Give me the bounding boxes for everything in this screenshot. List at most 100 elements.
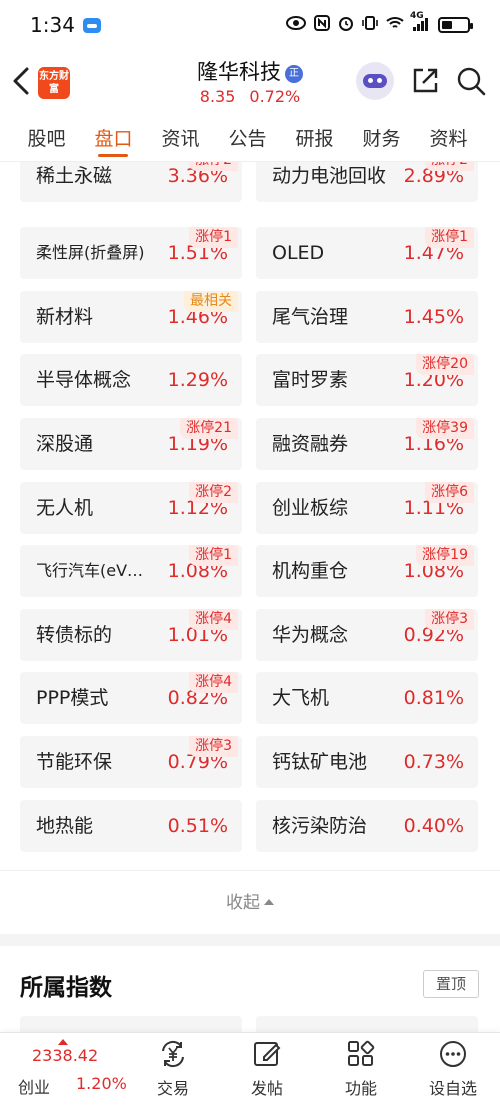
concept-name: OLED [272,242,325,264]
wifi-icon [386,16,404,34]
zheng-badge: 正 [285,65,303,83]
limit-up-badge: 涨停1 [189,227,238,248]
concept-card[interactable]: 机构重仓 1.08% 涨停19 [256,545,478,597]
concept-change: 0.73% [403,751,464,773]
signal-icon: 4G [410,11,430,34]
add-watchlist-button[interactable]: 设自选 [418,1039,488,1109]
collapse-button[interactable]: 收起 [0,870,500,934]
concept-change: 0.51% [167,815,228,837]
post-button[interactable]: 发帖 [232,1039,302,1109]
limit-up-badge: 涨停1 [189,545,238,566]
tab-finance[interactable]: 财务 [348,112,415,161]
concept-card[interactable]: 大飞机 0.81% [256,672,478,724]
concept-card[interactable]: 新材料 1.46% 最相关 [20,291,242,343]
concept-card[interactable]: 深股通 1.19% 涨停21 [20,418,242,470]
concept-card[interactable]: 富时罗素 1.20% 涨停20 [256,354,478,406]
concept-grid: 稀土永磁 3.36% 涨停2 动力电池回收 2.89% 涨停2 柔性屏(折叠屏)… [0,162,500,862]
concept-name: 机构重仓 [272,560,349,582]
status-time: 1:34 [30,13,75,37]
limit-up-badge: 涨停6 [425,482,474,503]
concept-name: 柔性屏(折叠屏) [36,243,145,262]
concept-card[interactable]: 转债标的 1.01% 涨停4 [20,609,242,661]
most-relevant-badge: 最相关 [184,291,238,312]
limit-up-badge: 涨停2 [189,482,238,503]
up-arrow-icon [58,1039,68,1045]
concept-card[interactable]: 无人机 1.12% 涨停2 [20,482,242,534]
nfc-icon [314,15,330,35]
limit-up-badge: 涨停20 [416,354,474,375]
stock-change-pct: 0.72% [249,87,301,106]
concept-card[interactable]: 稀土永磁 3.36% 涨停2 [20,162,242,202]
functions-button[interactable]: 功能 [326,1039,396,1109]
concept-name: 钙钛矿电池 [272,751,368,773]
concept-change: 0.81% [403,687,464,709]
alarm-icon [338,15,354,35]
concept-card[interactable]: 动力电池回收 2.89% 涨停2 [256,162,478,202]
concept-card[interactable]: 尾气治理 1.45% [256,291,478,343]
pin-to-top-button[interactable]: 置顶 [423,970,479,998]
collapse-label: 收起 [226,893,260,913]
concept-name: 核污染防治 [272,815,368,837]
concept-change: 1.45% [403,306,464,328]
trade-label: 交易 [156,1079,189,1098]
market-index-ticker[interactable]: 2338.42 创业 1.20% [18,1039,138,1109]
concept-card[interactable]: 飞行汽车(eV… 1.08% 涨停1 [20,545,242,597]
share-button[interactable] [410,66,440,96]
cloud-notification-icon [82,17,101,33]
tab-profile[interactable]: 资料 [415,112,482,161]
tab-research[interactable]: 研报 [281,112,348,161]
limit-up-badge: 涨停2 [425,162,474,171]
concept-card[interactable]: 柔性屏(折叠屏) 1.51% 涨停1 [20,227,242,279]
tab-news[interactable]: 资讯 [147,112,214,161]
limit-up-badge: 涨停4 [189,609,238,630]
search-icon [457,67,486,96]
market-index-name: 创业 [18,1078,51,1097]
concept-name: 节能环保 [36,751,113,773]
concept-name: 无人机 [36,497,94,519]
ai-assistant-icon[interactable] [356,62,394,100]
concept-name: 大飞机 [272,687,330,709]
concept-name: 创业板综 [272,497,349,519]
limit-up-badge: 涨停3 [189,736,238,757]
concept-card[interactable]: 华为概念 0.92% 涨停3 [256,609,478,661]
limit-up-badge: 涨停1 [425,227,474,248]
yuan-exchange-icon [162,1040,184,1068]
market-index-value: 2338.42 [32,1046,99,1065]
concept-card[interactable]: 半导体概念 1.29% [20,354,242,406]
add-watchlist-label: 设自选 [428,1079,477,1098]
share-icon [413,68,438,93]
concept-card[interactable]: 钙钛矿电池 0.73% [256,736,478,788]
concept-name: 稀土永磁 [36,165,113,187]
concept-card[interactable]: PPP模式 0.82% 涨停4 [20,672,242,724]
concept-change: 0.40% [403,815,464,837]
concept-card[interactable]: OLED 1.47% 涨停1 [256,227,478,279]
trade-button[interactable]: 交易 [138,1039,208,1109]
concept-card[interactable]: 核污染防治 0.40% [256,800,478,852]
concept-change: 1.29% [167,369,228,391]
concept-name: 飞行汽车(eV… [36,561,144,580]
edit-icon [254,1042,281,1066]
concept-card[interactable]: 地热能 0.51% [20,800,242,852]
bottom-toolbar: 2338.42 创业 1.20% 交易 发帖 功能 设自选 [0,1032,500,1112]
more-icon [440,1041,466,1067]
tab-guba[interactable]: 股吧 [13,112,80,161]
section-divider [0,934,500,946]
market-index-change: 1.20% [76,1074,127,1093]
concept-card[interactable]: 融资融券 1.16% 涨停39 [256,418,478,470]
status-bar: 1:34 4G [0,0,500,50]
concept-name: 融资融券 [272,433,349,455]
limit-up-badge: 涨停19 [416,545,474,566]
tab-announcements[interactable]: 公告 [214,112,281,161]
concept-name: 华为概念 [272,624,349,646]
stock-header: 东方财富 隆华科技正 8.35 0.72% [0,50,500,112]
limit-up-badge: 涨停21 [180,418,238,439]
concept-name: 地热能 [36,815,94,837]
limit-up-badge: 涨停3 [425,609,474,630]
app-screen: 1:34 4G 东方财富 隆华科技 正 8.35 0.72% 股吧 盘口 资讯 … [0,0,500,1112]
concept-card[interactable]: 节能环保 0.79% 涨停3 [20,736,242,788]
stock-name[interactable]: 隆华科技 [197,60,281,84]
eye-icon [286,16,306,34]
tab-pankou[interactable]: 盘口 [80,112,147,161]
concept-card[interactable]: 创业板综 1.11% 涨停6 [256,482,478,534]
search-button[interactable] [456,66,486,96]
